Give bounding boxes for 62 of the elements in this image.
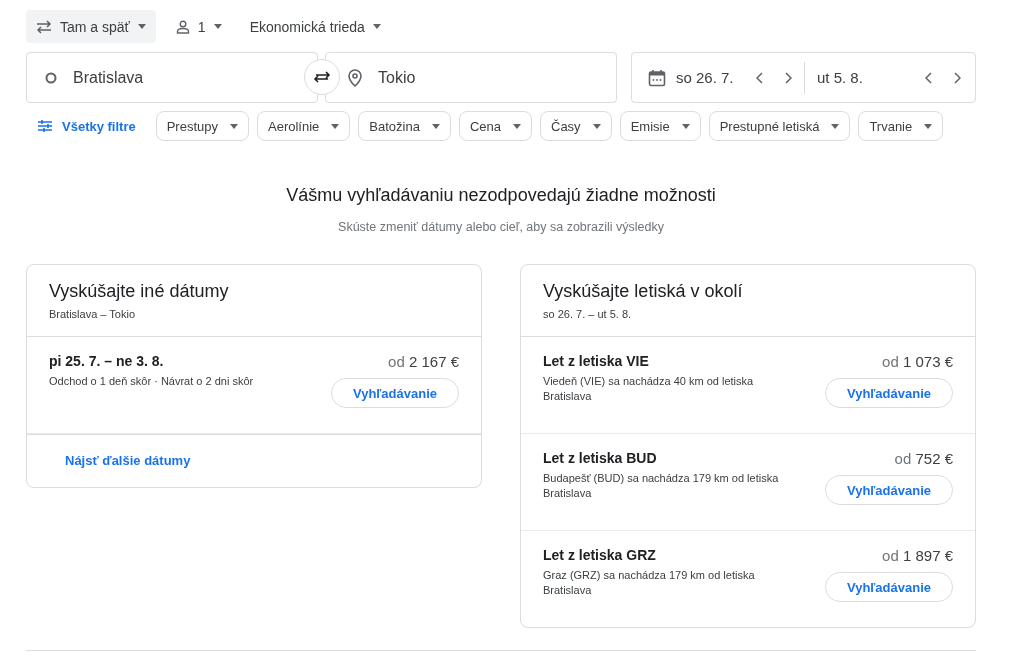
option-title: Let z letiska GRZ	[543, 547, 657, 563]
trip-option-dropdown[interactable]: Ekonomická trieda	[241, 10, 389, 43]
caret-icon	[137, 24, 146, 29]
caret-icon	[331, 123, 340, 129]
search-button[interactable]: Vyhľadávanie	[331, 378, 459, 408]
empty-state-subtitle: Skúste zmeniť dátumy alebo cieľ, aby sa zobrazili výsledky	[337, 220, 665, 234]
option-title: Let z letiska VIE	[543, 353, 650, 369]
caret-icon	[924, 123, 933, 129]
caret-icon	[213, 24, 222, 29]
caret-icon	[372, 24, 381, 29]
option-title: pi 25. 7. – ne 3. 8.	[49, 353, 165, 369]
filter-chip[interactable]: Prestupné letiská	[708, 111, 851, 141]
all-filters-button[interactable]: Všetky filtre	[26, 111, 148, 141]
card-subtitle: so 26. 7. – ut 5. 8.	[543, 308, 633, 320]
search-button[interactable]: Vyhľadávanie	[825, 572, 953, 602]
caret-icon	[230, 123, 238, 129]
circle-icon	[45, 71, 57, 84]
filter-chip[interactable]: Aerolínie	[257, 111, 351, 141]
calendar-icon	[648, 68, 666, 87]
trip-option-dropdown[interactable]: Tam a späť	[26, 10, 156, 43]
card-title: Vyskúšajte letiská v okolí	[543, 281, 744, 302]
chevron-right-icon[interactable]	[784, 71, 792, 84]
trip-option-dropdown[interactable]: 1	[167, 10, 230, 43]
caret-icon	[681, 123, 690, 129]
chevron-left-icon[interactable]	[756, 71, 764, 84]
search-button[interactable]: Vyhľadávanie	[825, 378, 953, 408]
option-detail: Budapešť (BUD) sa nachádza 179 km od letiska Bratislava	[543, 471, 780, 501]
person-icon	[175, 19, 190, 34]
chevron-left-icon[interactable]	[925, 71, 933, 84]
filter-chip[interactable]: Batožina	[358, 111, 451, 141]
search-button[interactable]: Vyhľadávanie	[825, 475, 953, 505]
filter-chip[interactable]: Časy	[540, 111, 612, 141]
caret-icon	[513, 123, 521, 129]
option-title: Let z letiska BUD	[543, 450, 658, 466]
caret-icon	[831, 123, 840, 129]
return-date[interactable]: ut 5. 8.	[817, 69, 905, 86]
more-dates-link[interactable]: Nájsť ďalšie dátumy	[65, 453, 191, 468]
swap-arrows-icon	[313, 70, 331, 84]
price-label: od 752 €	[894, 450, 953, 467]
price-label: od 1 897 €	[882, 547, 953, 564]
caret-icon	[592, 123, 601, 129]
swap-arrows-icon	[36, 19, 52, 34]
departure-date[interactable]: so 26. 7.	[676, 69, 736, 86]
option-detail: Odchod o 1 deň skôr · Návrat o 2 dni skôr	[49, 374, 255, 389]
price-label: od 1 073 €	[882, 353, 953, 370]
filter-chip[interactable]: Prestupy	[155, 111, 249, 141]
option-detail: Graz (GRZ) sa nachádza 179 km od letiska Bratislava	[543, 568, 756, 598]
price-label: od 2 167 €	[388, 353, 459, 370]
location-pin-icon	[348, 68, 362, 87]
caret-icon	[431, 123, 440, 129]
swap-button[interactable]	[304, 59, 340, 95]
empty-state-title: Vášmu vyhľadávaniu nezodpovedajú žiadne možnosti	[285, 185, 717, 206]
card-title: Vyskúšajte iné dátumy	[49, 281, 230, 302]
filter-chip[interactable]: Trvanie	[858, 111, 944, 141]
chevron-right-icon[interactable]	[953, 71, 961, 84]
filter-chip[interactable]: Emisie	[619, 111, 701, 141]
card-subtitle: Bratislava – Tokio	[49, 308, 136, 320]
sliders-icon	[38, 120, 52, 132]
destination-field[interactable]: Tokio	[325, 52, 617, 103]
option-detail: Viedeň (VIE) sa nachádza 40 km od letiska Bratislava	[543, 374, 755, 404]
filter-chip[interactable]: Cena	[458, 111, 532, 141]
origin-field[interactable]: Bratislava	[26, 52, 318, 103]
